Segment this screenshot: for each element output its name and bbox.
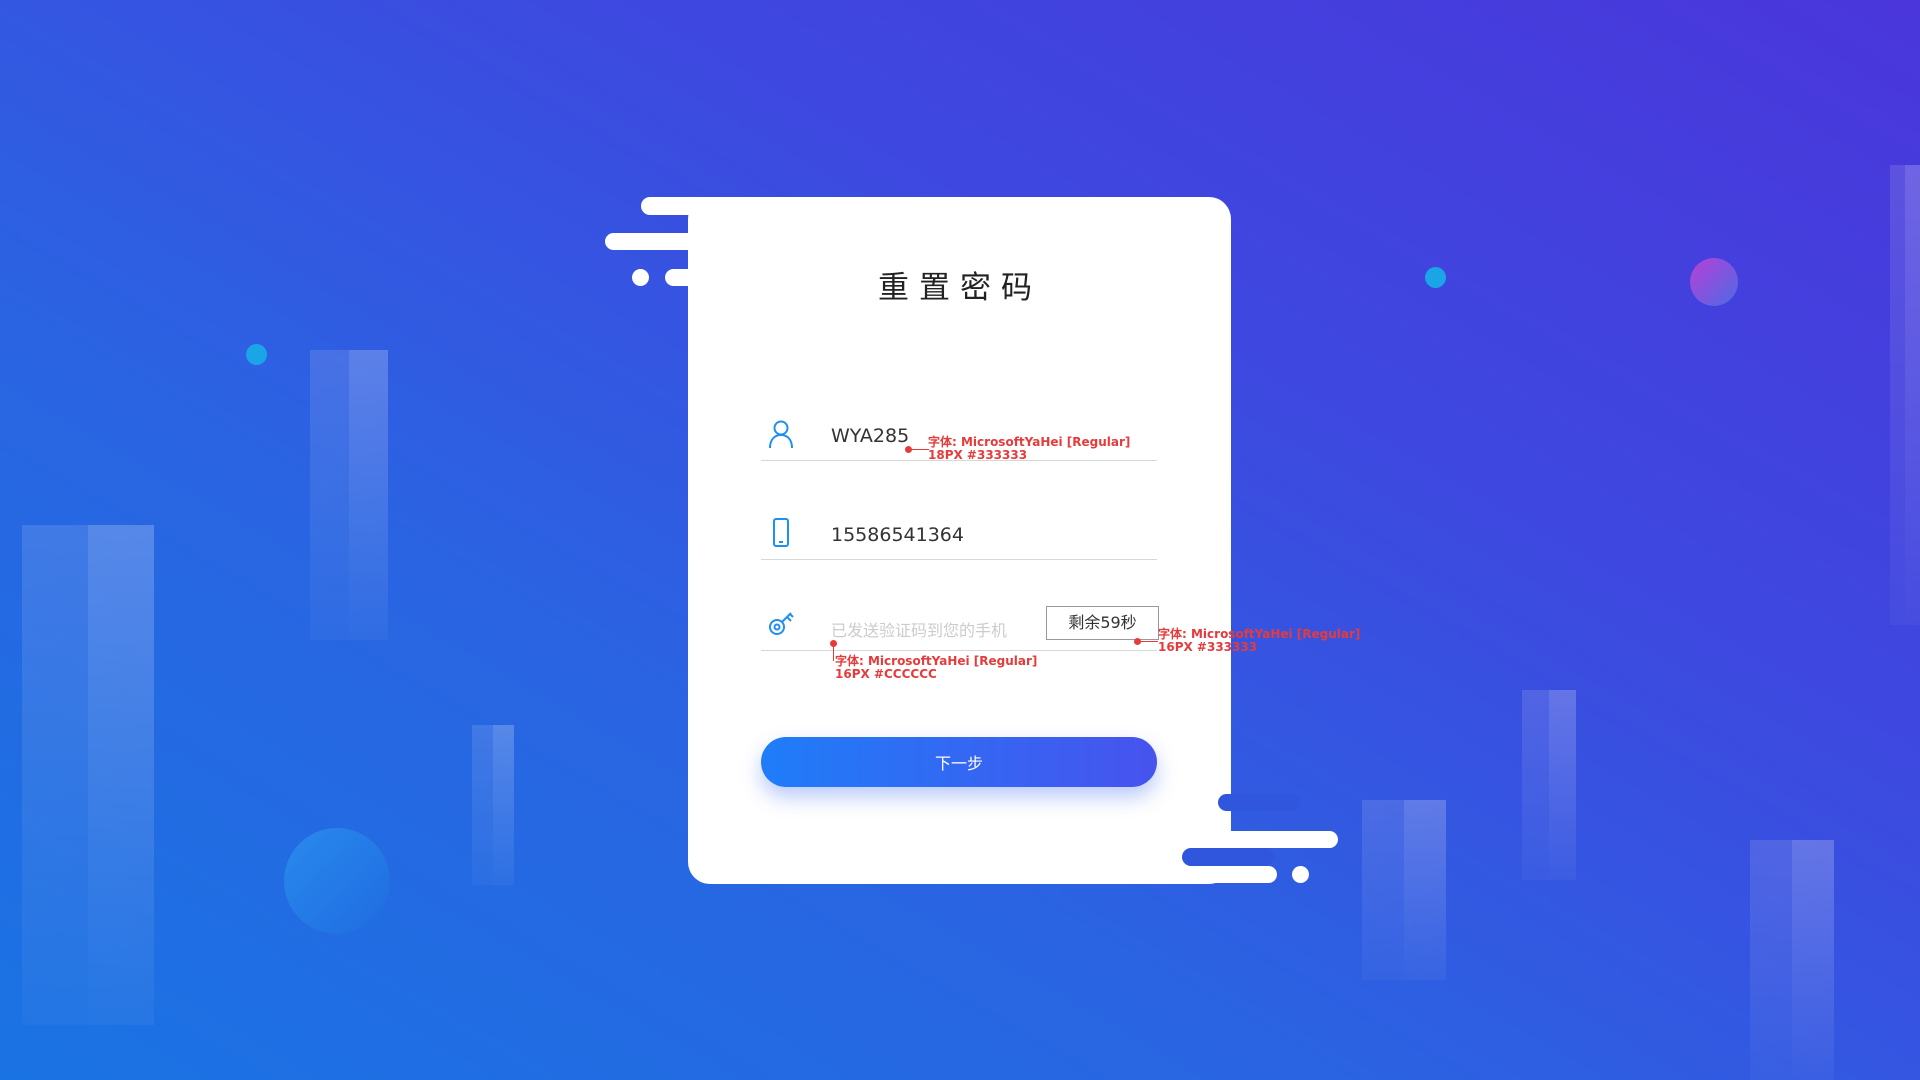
annotation-code-input: 字体: MicrosoftYaHei [Regular] 16PX #CCCCC… [835, 655, 1037, 681]
annotation-username: 字体: MicrosoftYaHei [Regular] 18PX #33333… [928, 436, 1130, 462]
annotation-countdown: 字体: MicrosoftYaHei [Regular] 16PX #33333… [1158, 628, 1360, 654]
phone-field[interactable]: 15586541364 [761, 512, 1157, 560]
building-decoration [1522, 690, 1576, 880]
annotation-line [1140, 641, 1158, 642]
key-icon [769, 612, 794, 635]
building-decoration [472, 725, 514, 885]
decor-bar [1218, 794, 1300, 811]
page-title: 重置密码 [878, 270, 1042, 306]
mobile-phone-icon [773, 518, 789, 547]
phone-value: 15586541364 [831, 524, 964, 546]
building-decoration [1362, 800, 1446, 980]
decor-dot [246, 344, 267, 365]
username-value: WYA285 [831, 425, 910, 447]
building-decoration [1890, 165, 1920, 625]
countdown-button[interactable]: 剩余59秒 [1046, 606, 1159, 640]
decor-bar [1188, 866, 1277, 883]
annotation-size-label: 16PX #CCCCCC [835, 667, 937, 681]
decor-bar [1182, 848, 1274, 866]
building-decoration [22, 525, 154, 1025]
background: 重置密码 WYA285 15586541364 已发送验证码到您的手机 剩余59… [0, 0, 1920, 1080]
building-decoration [1750, 840, 1834, 1080]
decor-ball [284, 828, 390, 934]
verification-code-field[interactable]: 已发送验证码到您的手机 剩余59秒 [761, 603, 1159, 651]
user-icon [769, 420, 793, 449]
decor-ball [1292, 866, 1309, 883]
next-step-button[interactable]: 下一步 [761, 737, 1157, 787]
building-decoration [310, 350, 388, 640]
verification-code-input[interactable]: 已发送验证码到您的手机 [831, 617, 1007, 641]
annotation-size-label: 18PX #333333 [928, 448, 1028, 462]
annotation-line [833, 645, 834, 661]
decor-bar [1219, 831, 1338, 848]
annotation-line [911, 449, 929, 450]
annotation-size-label: 16PX #333333 [1158, 640, 1258, 654]
